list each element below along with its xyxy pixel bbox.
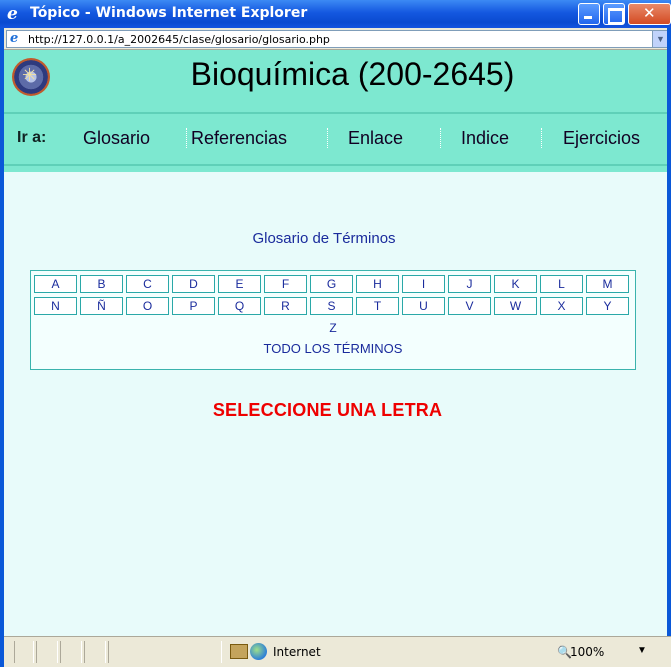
internet-globe-icon <box>250 643 267 660</box>
address-field[interactable]: e http://127.0.0.1/a_2002645/clase/glosa… <box>6 30 669 48</box>
zoom-level[interactable]: 100% <box>570 645 604 659</box>
letter-row-1: ABCDEFGHIJKLM <box>34 275 629 293</box>
glossary-heading: Glosario de Términos <box>252 230 396 247</box>
nav-divider <box>4 164 671 172</box>
status-cell <box>84 641 106 663</box>
status-bar: Internet 🔍 100% ▼ <box>4 636 671 667</box>
page-viewport: Bioquímica (200-2645) Ir a: Glosario Ref… <box>4 50 671 636</box>
letter-row-2: NÑOPQRSTUVWXY <box>34 297 629 315</box>
nav-link-glosario[interactable]: Glosario <box>83 128 150 149</box>
letter-link-s[interactable]: S <box>310 297 353 315</box>
letter-link-e[interactable]: E <box>218 275 261 293</box>
select-letter-message: SELECCIONE UNA LETRA <box>212 400 443 420</box>
letter-link-g[interactable]: G <box>310 275 353 293</box>
letter-link-d[interactable]: D <box>172 275 215 293</box>
letter-link-l[interactable]: L <box>540 275 583 293</box>
letter-index: ABCDEFGHIJKLM NÑOPQRSTUVWXY Z TODO LOS T… <box>30 270 636 370</box>
letter-link-a[interactable]: A <box>34 275 77 293</box>
nav-separator <box>440 128 441 148</box>
security-lock-icon[interactable] <box>230 644 248 659</box>
letter-link-j[interactable]: J <box>448 275 491 293</box>
all-terms-link[interactable]: TODO LOS TÉRMINOS <box>31 341 635 356</box>
letter-link-k[interactable]: K <box>494 275 537 293</box>
letter-link-m[interactable]: M <box>586 275 629 293</box>
site-header: Bioquímica (200-2645) <box>4 50 671 112</box>
nav-link-referencias[interactable]: Referencias <box>191 128 287 149</box>
nav-separator <box>186 128 187 148</box>
internet-explorer-icon: e <box>7 4 18 24</box>
main-content: Glosario de Términos ABCDEFGHIJKLM NÑOPQ… <box>4 172 671 636</box>
letter-link-o[interactable]: O <box>126 297 169 315</box>
window-title: Tópico - Windows Internet Explorer <box>30 5 308 21</box>
letter-link-p[interactable]: P <box>172 297 215 315</box>
nav-bar: Ir a: Glosario Referencias Enlace Indice… <box>4 112 671 164</box>
letter-link-r[interactable]: R <box>264 297 307 315</box>
close-button[interactable] <box>628 3 671 25</box>
letter-link-c[interactable]: C <box>126 275 169 293</box>
address-bar: e http://127.0.0.1/a_2002645/clase/glosa… <box>4 28 671 50</box>
nav-separator <box>327 128 328 148</box>
status-cell <box>60 641 82 663</box>
address-url[interactable]: http://127.0.0.1/a_2002645/clase/glosari… <box>28 33 330 46</box>
letter-link-f[interactable]: F <box>264 275 307 293</box>
letter-link-b[interactable]: B <box>80 275 123 293</box>
nav-link-enlace[interactable]: Enlace <box>348 128 403 149</box>
letter-link-u[interactable]: U <box>402 297 445 315</box>
letter-link-w[interactable]: W <box>494 297 537 315</box>
letter-link-n[interactable]: N <box>34 297 77 315</box>
security-zone[interactable]: Internet <box>273 645 321 659</box>
maximize-button[interactable] <box>603 3 625 25</box>
nav-separator <box>541 128 542 148</box>
letter-link-ñ[interactable]: Ñ <box>80 297 123 315</box>
letter-link-i[interactable]: I <box>402 275 445 293</box>
letter-link-z[interactable]: Z <box>31 321 635 335</box>
window-border <box>667 28 671 667</box>
title-bar[interactable]: e Tópico - Windows Internet Explorer <box>0 0 671 28</box>
letter-link-x[interactable]: X <box>540 297 583 315</box>
zoom-dropdown-icon[interactable]: ▼ <box>637 645 647 656</box>
status-cell <box>14 641 34 663</box>
letter-link-t[interactable]: T <box>356 297 399 315</box>
site-title: Bioquímica (200-2645) <box>190 56 515 92</box>
nav-label: Ir a: <box>17 129 47 146</box>
letter-link-h[interactable]: H <box>356 275 399 293</box>
minimize-button[interactable] <box>578 3 600 25</box>
browser-window: e Tópico - Windows Internet Explorer e h… <box>0 0 671 667</box>
letter-link-q[interactable]: Q <box>218 297 261 315</box>
address-dropdown-icon[interactable]: ▼ <box>652 31 668 47</box>
nav-link-ejercicios[interactable]: Ejercicios <box>563 128 640 149</box>
letter-link-v[interactable]: V <box>448 297 491 315</box>
nav-link-indice[interactable]: Indice <box>461 128 509 149</box>
status-cell <box>108 641 222 663</box>
status-cell <box>36 641 58 663</box>
letter-link-y[interactable]: Y <box>586 297 629 315</box>
page-icon: e <box>10 31 19 46</box>
